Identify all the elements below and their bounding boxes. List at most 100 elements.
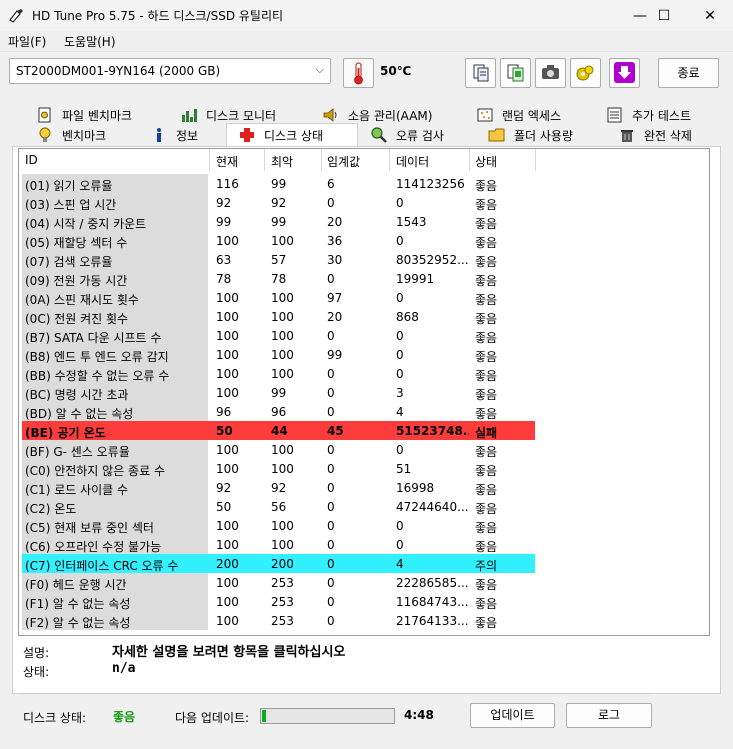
cell-data: 51523748... bbox=[396, 424, 469, 438]
cell-data: 0 bbox=[396, 196, 404, 210]
copy-info-button[interactable] bbox=[500, 58, 531, 88]
table-row[interactable]: (F1) 알 수 없는 속성 100 253 0 11684743... 좋음 bbox=[19, 592, 711, 611]
table-row[interactable]: (03) 스핀 업 시간 92 92 0 0 좋음 bbox=[19, 193, 711, 212]
cell-data: 11684743... bbox=[396, 595, 469, 609]
tab-file-benchmark[interactable]: 파일 벤치마크 bbox=[36, 105, 132, 125]
table-row[interactable]: (07) 검색 오류율 63 57 30 80352952... 좋음 bbox=[19, 250, 711, 269]
tab-benchmark[interactable]: 벤치마크 bbox=[36, 125, 106, 145]
table-row[interactable]: (F0) 헤드 운행 시간 100 253 0 22286585... 좋음 bbox=[19, 573, 711, 592]
table-row[interactable]: (C7) 인터페이스 CRC 오류 수 200 200 0 4 주의 bbox=[19, 554, 711, 573]
table-row[interactable]: (F2) 알 수 없는 속성 100 253 0 21764133... 좋음 bbox=[19, 611, 711, 630]
info-icon bbox=[157, 128, 161, 142]
table-row[interactable]: (B7) SATA 다운 시프트 수 100 100 0 0 좋음 bbox=[19, 326, 711, 345]
table-row[interactable]: (B8) 엔드 투 엔드 오류 감지 100 100 99 0 좋음 bbox=[19, 345, 711, 364]
header-threshold[interactable]: 임계값 bbox=[327, 153, 360, 170]
cell-status: 좋음 bbox=[475, 388, 498, 402]
menu-file[interactable]: 파일(F) bbox=[8, 33, 46, 50]
table-row[interactable]: (C5) 현재 보류 중인 섹터 100 100 0 0 좋음 bbox=[19, 516, 711, 535]
table-row[interactable]: (0C) 전원 켜진 횟수 100 100 20 868 좋음 bbox=[19, 307, 711, 326]
header-worst[interactable]: 최악 bbox=[271, 153, 293, 170]
tab-label: 벤치마크 bbox=[62, 128, 107, 143]
random-access-icon bbox=[477, 108, 493, 122]
table-row[interactable]: (C2) 온도 50 56 0 47244640... 좋음 bbox=[19, 497, 711, 516]
cell-current: 92 bbox=[216, 481, 232, 495]
header-status[interactable]: 상태 bbox=[475, 153, 497, 170]
cell-data: 80352952... bbox=[396, 253, 469, 267]
cell-status: 좋음 bbox=[475, 293, 498, 307]
table-row[interactable]: (C1) 로드 사이클 수 92 92 0 16998 좋음 bbox=[19, 478, 711, 497]
menu-help[interactable]: 도움말(H) bbox=[64, 33, 116, 50]
cell-worst: 100 bbox=[271, 367, 294, 381]
exit-button[interactable]: 종료 bbox=[658, 58, 719, 88]
tab-erase[interactable]: 완전 삭제 bbox=[618, 125, 692, 145]
tab-folder-usage[interactable]: 폴더 사용량 bbox=[488, 125, 573, 145]
table-row[interactable]: (01) 읽기 오류율 116 99 6 114123256 좋음 bbox=[19, 174, 711, 193]
disk-status-label: 디스크 상태: bbox=[23, 711, 87, 725]
tab-disk-monitor[interactable]: 디스크 모니터 bbox=[180, 105, 276, 125]
table-row[interactable]: (0A) 스핀 재시도 횟수 100 100 97 0 좋음 bbox=[19, 288, 711, 307]
tab-noise-management[interactable]: 소음 관리(AAM) bbox=[322, 105, 432, 125]
cell-threshold: 0 bbox=[327, 329, 335, 343]
table-row[interactable]: (BE) 공기 온도 50 44 45 51523748... 실패 bbox=[19, 421, 711, 440]
table-row[interactable]: (05) 재할당 섹터 수 100 100 36 0 좋음 bbox=[19, 231, 711, 250]
tab-info[interactable]: 정보 bbox=[150, 125, 198, 145]
menu-bar: 파일(F) 도움말(H) bbox=[0, 31, 733, 51]
table-row[interactable]: (04) 시작 / 중지 카운트 99 99 20 1543 좋음 bbox=[19, 212, 711, 231]
cell-worst: 100 bbox=[271, 462, 294, 476]
cell-id: (07) 검색 오류율 bbox=[25, 255, 113, 269]
cell-data: 0 bbox=[396, 348, 404, 362]
cell-current: 100 bbox=[216, 367, 239, 381]
cell-threshold: 20 bbox=[327, 310, 343, 324]
table-row[interactable]: (BC) 명령 시간 초과 100 99 0 3 좋음 bbox=[19, 383, 711, 402]
update-button[interactable]: 업데이트 bbox=[470, 703, 555, 728]
cell-data: 22286585... bbox=[396, 576, 469, 590]
cell-worst: 99 bbox=[271, 177, 287, 191]
description-label: 설명: bbox=[23, 646, 50, 660]
cell-threshold: 99 bbox=[327, 348, 343, 362]
table-row[interactable]: (BD) 알 수 없는 속성 96 96 0 4 좋음 bbox=[19, 402, 711, 421]
cell-status: 좋음 bbox=[475, 350, 498, 364]
header-current[interactable]: 현재 bbox=[216, 153, 238, 170]
table-row[interactable]: (C6) 오프라인 수정 불가능 100 100 0 0 좋음 bbox=[19, 535, 711, 554]
header-id[interactable]: ID bbox=[25, 153, 38, 167]
cell-worst: 253 bbox=[271, 576, 294, 590]
options-button[interactable] bbox=[570, 58, 601, 88]
cell-threshold: 97 bbox=[327, 291, 343, 305]
table-row[interactable]: (09) 전원 가동 시간 78 78 0 19991 좋음 bbox=[19, 269, 711, 288]
tab-random-access[interactable]: 랜덤 엑세스 bbox=[476, 105, 561, 125]
next-update-label: 다음 업데이트: bbox=[175, 711, 250, 725]
header-data[interactable]: 데이터 bbox=[396, 153, 429, 170]
cell-current: 200 bbox=[216, 557, 239, 571]
file-benchmark-icon bbox=[38, 107, 51, 123]
cell-id: (BF) G- 센스 오류율 bbox=[25, 445, 130, 459]
tab-label: 추가 테스트 bbox=[632, 108, 692, 123]
maximize-button[interactable]: ☐ bbox=[641, 0, 687, 31]
close-button[interactable]: ✕ bbox=[687, 0, 733, 31]
progress-fill bbox=[262, 710, 266, 722]
cell-id: (09) 전원 가동 시간 bbox=[25, 274, 128, 288]
thermometer-icon bbox=[343, 58, 374, 88]
cell-worst: 96 bbox=[271, 405, 287, 419]
tab-label: 소음 관리(AAM) bbox=[348, 108, 433, 123]
cell-id: (F1) 알 수 없는 속성 bbox=[25, 597, 131, 611]
cell-status: 좋음 bbox=[475, 217, 498, 231]
tab-health[interactable]: 디스크 상태 bbox=[238, 125, 323, 145]
cell-threshold: 0 bbox=[327, 500, 335, 514]
table-row[interactable]: (C0) 안전하지 않은 종료 수 100 100 0 51 좋음 bbox=[19, 459, 711, 478]
log-button[interactable]: 로그 bbox=[566, 703, 652, 728]
cell-current: 100 bbox=[216, 614, 239, 628]
save-button[interactable] bbox=[609, 58, 640, 88]
table-row[interactable]: (BB) 수정할 수 없는 오류 수 100 100 0 0 좋음 bbox=[19, 364, 711, 383]
cell-status: 좋음 bbox=[475, 312, 498, 326]
cell-status: 좋음 bbox=[475, 369, 498, 383]
cell-data: 868 bbox=[396, 310, 419, 324]
copy-text-button[interactable] bbox=[465, 58, 496, 88]
smart-table[interactable]: ID 현재 최악 임계값 데이터 상태 (01) 읽기 오류율 116 99 6 114… bbox=[18, 148, 710, 636]
tab-error-scan[interactable]: 오류 검사 bbox=[370, 125, 444, 145]
screenshot-button[interactable] bbox=[535, 58, 566, 88]
hdtune-app-icon bbox=[9, 9, 23, 23]
table-row[interactable]: (BF) G- 센스 오류율 100 100 0 0 좋음 bbox=[19, 440, 711, 459]
drive-select[interactable]: ST2000DM001-9YN164 (2000 GB) ⌵ bbox=[9, 58, 331, 84]
cell-data: 0 bbox=[396, 519, 404, 533]
tab-extra-tests[interactable]: 추가 테스트 bbox=[606, 105, 691, 125]
